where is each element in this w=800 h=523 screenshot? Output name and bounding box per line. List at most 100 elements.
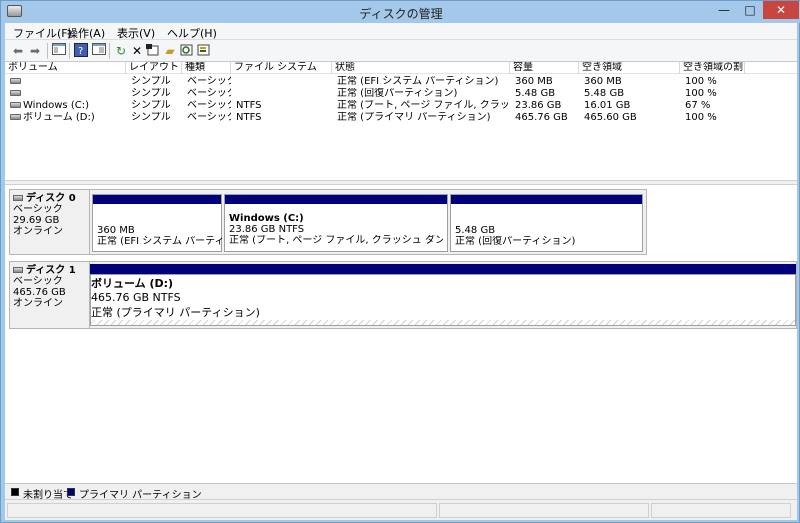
disk-type: ベーシック: [13, 276, 63, 287]
volume-free-percent: 100 %: [685, 76, 717, 87]
partition-size: 23.86 GB NTFS: [229, 224, 305, 235]
volume-capacity: 360 MB: [515, 76, 553, 87]
disk-0-partitions: 360 MB 正常 (EFI システム パーティション) Windows (C:…: [89, 189, 647, 255]
column-header-capacity[interactable]: 容量: [510, 62, 579, 74]
disk-1-label[interactable]: ディスク 1 ベーシック 465.76 GB オンライン: [9, 261, 91, 329]
partition-title: Windows (C:): [229, 213, 304, 224]
volume-filesystem: NTFS: [236, 100, 262, 111]
status-cell: [651, 503, 791, 518]
volume-status: 正常 (ブート, ページ ファイル, クラッシュ ダンプ, ...: [337, 100, 510, 111]
toolbar-separator: [69, 43, 70, 59]
volume-row[interactable]: ボリューム (D:) シンプル ベーシック NTFS 正常 (プライマリ パーテ…: [5, 112, 797, 124]
volume-type: ベーシック: [187, 76, 231, 87]
menu-action[interactable]: 操作(A): [67, 25, 105, 41]
status-cell: [7, 503, 437, 518]
volume-free: 465.60 GB: [584, 112, 637, 123]
column-header-type[interactable]: 種類: [182, 62, 231, 74]
minimize-button[interactable]: —: [711, 1, 737, 19]
partition-size: 360 MB: [97, 225, 135, 236]
volume-free: 360 MB: [584, 76, 622, 87]
disk-size: 29.69 GB: [13, 215, 60, 226]
volume-status: 正常 (回復パーティション): [337, 88, 458, 99]
forward-icon[interactable]: ➡: [27, 43, 43, 59]
volume-row[interactable]: シンプル ベーシック 正常 (回復パーティション) 5.48 GB 5.48 G…: [5, 88, 797, 100]
column-header-volume[interactable]: ボリューム: [5, 62, 126, 74]
primary-partition-bar: [451, 195, 642, 204]
volume-layout: シンプル: [131, 76, 171, 87]
legend: 未割り当て プライマリ パーティション: [5, 483, 797, 501]
disk-1-partitions: ボリューム (D:) 465.76 GB NTFS 正常 (プライマリ パーティ…: [89, 261, 797, 329]
column-header-free-space[interactable]: 空き領域: [579, 62, 680, 74]
console-tree-icon[interactable]: [51, 43, 67, 59]
disk-0-label[interactable]: ディスク 0 ベーシック 29.69 GB オンライン: [9, 189, 91, 255]
primary-partition-swatch: [67, 488, 75, 496]
volume-free: 5.48 GB: [584, 88, 625, 99]
toolbar-separator: [109, 43, 110, 59]
partition-windows-c[interactable]: Windows (C:) 23.86 GB NTFS 正常 (ブート, ページ …: [224, 194, 448, 252]
menu-file[interactable]: ファイル(F): [13, 25, 72, 41]
volume-list[interactable]: ボリューム レイアウト 種類 ファイル システム 状態 容量 空き領域 空き領域…: [5, 62, 797, 180]
status-bar: [5, 499, 797, 520]
delete-icon[interactable]: ✕: [129, 43, 145, 59]
unallocated-swatch: [11, 488, 19, 496]
toolbar: ⬅ ➡ ? ↻ ✕ ▰: [5, 40, 797, 62]
partition-status: 正常 (プライマリ パーティション): [91, 304, 795, 320]
volume-name: Windows (C:): [23, 100, 89, 111]
volume-name-cell: [7, 76, 126, 88]
primary-partition-bar: [93, 195, 221, 204]
volume-filesystem: [233, 76, 332, 88]
disk-name: ディスク 0: [26, 193, 76, 204]
column-header-free-percent[interactable]: 空き領域の割...: [680, 62, 745, 74]
close-button[interactable]: ✕: [763, 1, 799, 19]
help-icon[interactable]: ?: [73, 43, 89, 59]
column-header-layout[interactable]: レイアウト: [126, 62, 182, 74]
menu-help[interactable]: ヘルプ(H): [167, 25, 217, 41]
volume-name: ボリューム (D:): [23, 112, 95, 123]
volume-free-percent: 100 %: [685, 88, 717, 99]
disk-icon: [13, 267, 23, 273]
partition-d-header: [90, 264, 796, 274]
volume-status: 正常 (プライマリ パーティション): [337, 112, 491, 123]
primary-partition-bar: [90, 264, 796, 274]
volume-free-percent: 67 %: [685, 100, 711, 111]
partition-volume-d[interactable]: ボリューム (D:) 465.76 GB NTFS 正常 (プライマリ パーティ…: [90, 274, 796, 326]
column-header-status[interactable]: 状態: [332, 62, 510, 74]
menu-bar: ファイル(F) 操作(A) 表示(V) ヘルプ(H): [5, 23, 797, 40]
menu-view[interactable]: 表示(V): [117, 25, 155, 41]
primary-partition-bar: [225, 195, 447, 204]
disk-management-window: ディスクの管理 — □ ✕ ファイル(F) 操作(A) 表示(V) ヘルプ(H)…: [0, 0, 800, 523]
partition-title: ボリューム (D:): [91, 275, 795, 291]
volume-layout: シンプル: [131, 100, 171, 111]
drive-icon: [10, 90, 21, 96]
disk-map: ディスク 0 ベーシック 29.69 GB オンライン 360 MB 正常 (E…: [5, 185, 797, 483]
volume-name-cell: Windows (C:): [7, 100, 126, 112]
window-title: ディスクの管理: [359, 7, 443, 21]
title-bar[interactable]: ディスクの管理 — □ ✕: [1, 1, 800, 23]
volume-capacity: 5.48 GB: [515, 88, 556, 99]
properties-icon[interactable]: [91, 43, 107, 59]
partition-status: 正常 (ブート, ページ ファイル, クラッシュ ダンプ, Wim ブート, プ: [229, 235, 443, 246]
drive-icon: [10, 78, 21, 84]
partition-size: 5.48 GB: [455, 225, 496, 236]
volume-type: ベーシック: [187, 100, 231, 111]
search-icon[interactable]: [179, 43, 195, 59]
refresh-icon[interactable]: ↻: [113, 43, 129, 59]
partition-efi[interactable]: 360 MB 正常 (EFI システム パーティション): [92, 194, 258, 252]
disk-name: ディスク 1: [26, 265, 76, 276]
column-header-filesystem[interactable]: ファイル システム: [231, 62, 332, 74]
partition-recovery[interactable]: 5.48 GB 正常 (回復パーティション): [450, 194, 643, 252]
volume-row[interactable]: Windows (C:) シンプル ベーシック NTFS 正常 (ブート, ペー…: [5, 100, 797, 112]
volume-name-cell: ボリューム (D:): [7, 112, 126, 124]
volume-row[interactable]: シンプル ベーシック 正常 (EFI システム パーティション) 360 MB …: [5, 76, 797, 88]
settings-icon[interactable]: [145, 43, 161, 59]
maximize-button[interactable]: □: [737, 1, 763, 19]
disk-icon: [13, 195, 23, 201]
toolbar-separator: [47, 43, 48, 59]
volume-filesystem: [233, 88, 332, 100]
export-icon[interactable]: [196, 43, 212, 59]
disk-state: オンライン: [13, 298, 63, 309]
back-icon[interactable]: ⬅: [10, 43, 26, 59]
partition-size: 465.76 GB NTFS: [91, 291, 795, 304]
open-folder-icon[interactable]: ▰: [162, 43, 178, 59]
drive-icon: [10, 102, 21, 108]
